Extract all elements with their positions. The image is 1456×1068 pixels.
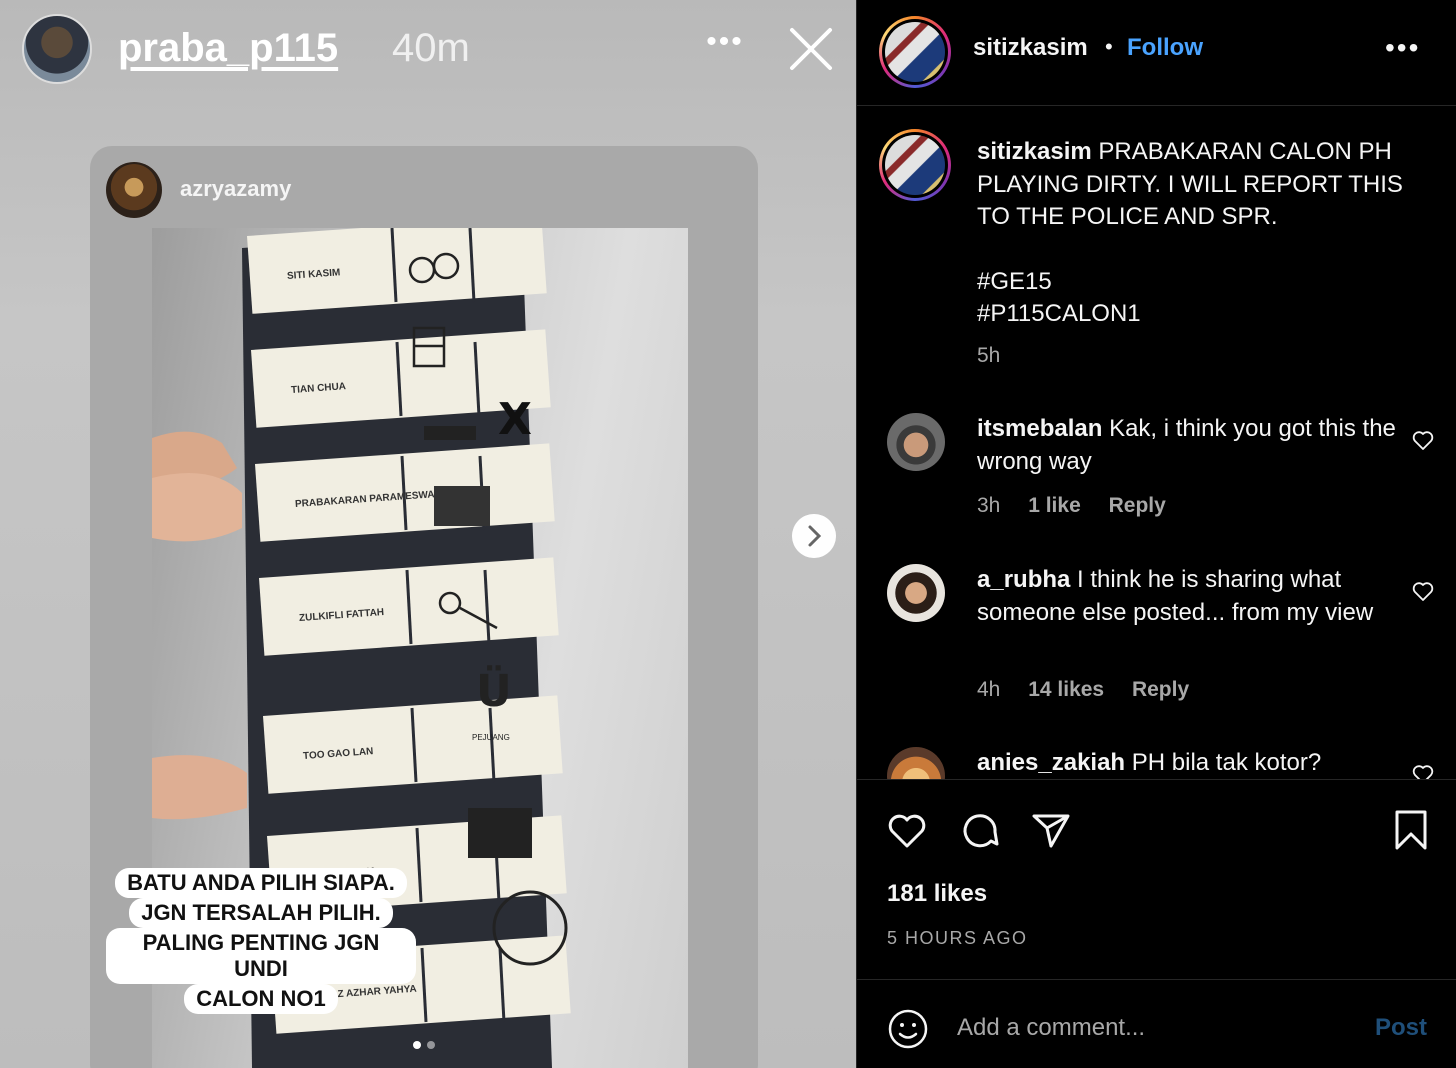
header-separator: •: [1105, 34, 1113, 59]
story-timestamp: 40m: [392, 26, 470, 70]
caption-meta: 5h: [977, 344, 1022, 368]
caption-avatar[interactable]: [885, 135, 945, 195]
comment-text: a_rubha I think he is sharing what someo…: [977, 564, 1417, 629]
comment-username[interactable]: a_rubha: [977, 566, 1070, 593]
caption-line-3: PALING PENTING JGN UNDI: [106, 928, 416, 984]
post-button[interactable]: Post: [1375, 1014, 1427, 1042]
post-time-ago: 5 HOURS AGO: [887, 928, 1028, 948]
reply-button[interactable]: Reply: [1109, 494, 1166, 517]
ballot-party-label: PEJUANG: [472, 733, 510, 742]
comment-username[interactable]: itsmebalan: [977, 415, 1102, 442]
shared-post-avatar[interactable]: [106, 162, 162, 218]
comment-meta: 3h 1 like Reply: [977, 494, 1188, 518]
heart-icon[interactable]: [1411, 762, 1435, 779]
story-progress-dots: [410, 1036, 438, 1054]
comment-username[interactable]: anies_zakiah: [977, 749, 1125, 776]
close-icon[interactable]: [786, 24, 836, 74]
share-icon[interactable]: [1029, 808, 1073, 852]
comment-body: PH bila tak kotor?: [1131, 749, 1322, 776]
story-viewer: azryazamy SITI KASIM TIAN CHUA PRABAKARAN …: [0, 0, 856, 1068]
comment-avatar[interactable]: [887, 747, 945, 779]
hashtag-1[interactable]: #GE15: [977, 266, 1417, 299]
comment-icon[interactable]: [957, 808, 1001, 852]
story-header: praba_p115 40m •••: [0, 0, 856, 100]
likes-count[interactable]: 181 likes: [887, 880, 987, 908]
svg-text:Ü: Ü: [476, 664, 512, 717]
hashtag-2[interactable]: #P115CALON1: [977, 298, 1417, 331]
header-avatar[interactable]: [885, 22, 945, 82]
comment-meta: 4h 14 likes Reply: [977, 678, 1211, 702]
comment-text: anies_zakiah PH bila tak kotor?: [977, 747, 1417, 779]
reply-button[interactable]: Reply: [1132, 678, 1189, 701]
comment-time: 3h: [977, 494, 1001, 517]
shared-post-username[interactable]: azryazamy: [180, 176, 291, 202]
post-panel: sitizkasim • Follow ••• sitizkasim PRABA…: [856, 0, 1456, 1068]
comment-avatar[interactable]: [887, 564, 945, 622]
header-username[interactable]: sitizkasim: [973, 34, 1088, 62]
follow-button[interactable]: Follow: [1127, 34, 1203, 62]
post-header: sitizkasim • Follow •••: [857, 0, 1456, 106]
ballot-x-mark: X: [498, 394, 532, 445]
heart-icon[interactable]: [1411, 428, 1435, 452]
heart-icon[interactable]: [1411, 579, 1435, 603]
caption-line-1: BATU ANDA PILIH SIAPA.: [115, 868, 407, 898]
heart-icon[interactable]: [885, 808, 929, 852]
more-horizontal-icon[interactable]: •••: [1385, 32, 1420, 64]
comment-text: itsmebalan Kak, i think you got this the…: [977, 413, 1417, 478]
story-caption-sticker: BATU ANDA PILIH SIAPA. JGN TERSALAH PILI…: [106, 868, 416, 1014]
comment-likes[interactable]: 14 likes: [1028, 678, 1104, 701]
post-caption: sitizkasim PRABAKARAN CALON PH PLAYING D…: [977, 136, 1417, 331]
more-horizontal-icon[interactable]: •••: [700, 22, 750, 62]
story-username[interactable]: praba_p115: [118, 26, 338, 71]
comment-input[interactable]: [957, 1006, 1347, 1050]
header-avatar-ring[interactable]: [879, 16, 951, 88]
dot-inactive: [427, 1041, 435, 1049]
add-comment-bar: Post: [857, 979, 1456, 1068]
emoji-icon[interactable]: [887, 1008, 929, 1050]
caption-username[interactable]: sitizkasim: [977, 138, 1092, 165]
comment-likes[interactable]: 1 like: [1028, 494, 1081, 517]
comment-time: 4h: [977, 678, 1001, 701]
chevron-right-icon[interactable]: [792, 514, 836, 558]
caption-avatar-ring[interactable]: [879, 129, 951, 201]
bookmark-icon[interactable]: [1389, 808, 1433, 852]
caption-line-4: CALON NO1: [184, 984, 338, 1014]
dot-active: [413, 1041, 421, 1049]
caption-line-2: JGN TERSALAH PILIH.: [129, 898, 393, 928]
comments-section[interactable]: sitizkasim PRABAKARAN CALON PH PLAYING D…: [857, 107, 1456, 779]
post-actions: 181 likes 5 HOURS AGO: [857, 779, 1456, 979]
comment-avatar[interactable]: [887, 413, 945, 471]
caption-time: 5h: [977, 344, 1001, 367]
story-avatar[interactable]: [22, 14, 92, 84]
